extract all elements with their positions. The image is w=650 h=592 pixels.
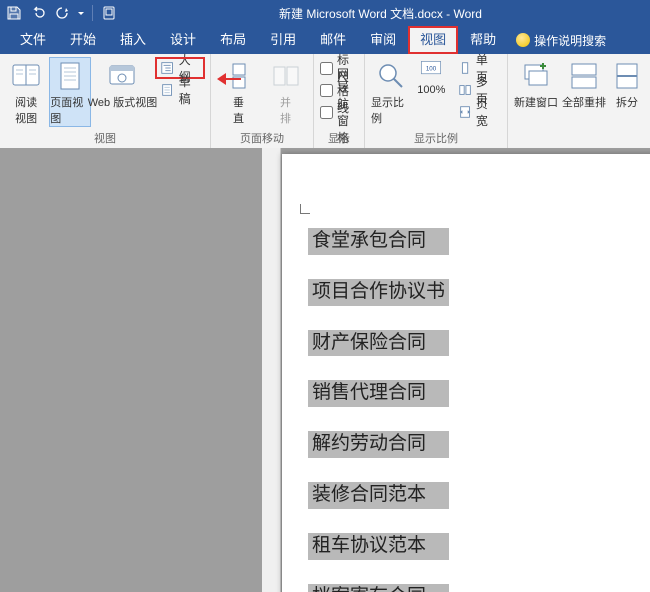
navpane-checkbox[interactable]: 导航窗格 [320, 102, 358, 122]
new-window-button[interactable]: 新建窗口 [514, 58, 558, 110]
document-area: 食堂承包合同 项目合作协议书 财产保险合同 销售代理合同 解约劳动合同 装修合同… [0, 148, 650, 592]
page-width-icon [458, 104, 472, 120]
qat-separator [92, 5, 93, 21]
tab-design[interactable]: 设计 [158, 26, 208, 54]
print-layout-icon [54, 60, 86, 92]
print-layout-button[interactable]: 页面视图 [50, 58, 90, 126]
multi-page-icon [458, 82, 472, 98]
page-width-button[interactable]: 页宽 [454, 102, 501, 122]
list-item[interactable]: 租车协议范本 [308, 533, 449, 560]
page-width-label: 页宽 [476, 95, 497, 129]
arrange-all-icon [568, 60, 600, 92]
split-label: 拆分 [616, 94, 638, 110]
hundred-button[interactable]: 100 100% [415, 58, 448, 96]
window-title: 新建 Microsoft Word 文档.docx - Word [117, 5, 644, 22]
group-zoom: 显示比例 100 100% 单页 多页 [365, 54, 508, 148]
tab-mailings[interactable]: 邮件 [308, 26, 358, 54]
vertical-button[interactable]: 垂 直 [217, 58, 260, 126]
ribbon: 阅读 视图 页面视图 Web 版式视图 大纲 [0, 54, 650, 149]
tab-help[interactable]: 帮助 [458, 26, 508, 54]
side-by-side-icon [270, 60, 302, 92]
navpane-check-input[interactable] [320, 106, 333, 119]
arrange-all-button[interactable]: 全部重排 [562, 58, 606, 110]
list-item[interactable]: 装修合同范本 [308, 482, 449, 509]
titlebar: 新建 Microsoft Word 文档.docx - Word [0, 0, 650, 26]
read-view-label: 阅读 视图 [15, 94, 37, 126]
zoom-button[interactable]: 显示比例 [371, 58, 411, 126]
touch-mode-icon[interactable] [101, 5, 117, 21]
draft-label: 草稿 [179, 73, 200, 107]
hundred-label: 100% [417, 84, 445, 96]
tell-me-label: 操作说明搜索 [534, 32, 606, 49]
ribbon-tabs: 文件 开始 插入 设计 布局 引用 邮件 审阅 视图 帮助 操作说明搜索 [0, 26, 650, 54]
tab-file[interactable]: 文件 [8, 26, 58, 54]
draft-button[interactable]: 草稿 [156, 80, 204, 100]
split-icon [611, 60, 643, 92]
read-view-button[interactable]: 阅读 视图 [6, 58, 46, 126]
tab-review[interactable]: 审阅 [358, 26, 408, 54]
tell-me[interactable]: 操作说明搜索 [508, 32, 614, 49]
gridlines-check-input[interactable] [320, 84, 333, 97]
qat-dropdown-icon[interactable] [78, 5, 84, 21]
group-views-label: 视图 [6, 130, 204, 148]
tab-layout[interactable]: 布局 [208, 26, 258, 54]
group-page-move: 垂 直 并 排 页面移动 [211, 54, 314, 148]
web-layout-label: Web 版式视图 [88, 94, 157, 110]
vertical-label: 垂 直 [233, 94, 244, 126]
side-by-side-button: 并 排 [264, 58, 307, 126]
group-views: 阅读 视图 页面视图 Web 版式视图 大纲 [0, 54, 211, 148]
tab-view[interactable]: 视图 [408, 26, 458, 54]
list-item[interactable]: 财产保险合同 [308, 330, 449, 357]
side-by-side-label: 并 排 [280, 94, 291, 126]
ruler-check-input[interactable] [320, 62, 333, 75]
web-layout-button[interactable]: Web 版式视图 [94, 58, 150, 110]
group-show: 标尺 网格线 导航窗格 显示 [314, 54, 365, 148]
tab-home[interactable]: 开始 [58, 26, 108, 54]
lightbulb-icon [516, 33, 530, 47]
svg-text:100: 100 [426, 65, 437, 72]
vertical-icon [223, 60, 255, 92]
zoom-label: 显示比例 [371, 94, 411, 126]
web-layout-icon [106, 60, 138, 92]
save-icon[interactable] [6, 5, 22, 21]
list-item[interactable]: 食堂承包合同 [308, 228, 449, 255]
tab-insert[interactable]: 插入 [108, 26, 158, 54]
tab-references[interactable]: 引用 [258, 26, 308, 54]
new-window-label: 新建窗口 [514, 94, 558, 110]
quick-access-toolbar [6, 5, 117, 21]
group-page-move-label: 页面移动 [217, 130, 307, 148]
arrange-all-label: 全部重排 [562, 94, 606, 110]
group-window: 新建窗口 全部重排 拆分 [508, 54, 650, 148]
one-page-icon [458, 60, 472, 76]
list-item[interactable]: 销售代理合同 [308, 380, 449, 407]
outline-icon [160, 60, 174, 76]
hundred-icon: 100 [416, 60, 446, 82]
redo-icon[interactable] [54, 5, 70, 21]
group-window-label [514, 130, 644, 148]
list-item[interactable]: 项目合作协议书 [308, 279, 449, 306]
undo-icon[interactable] [30, 5, 46, 21]
vertical-ruler [262, 148, 281, 592]
group-show-label: 显示 [320, 130, 358, 148]
draft-icon [160, 82, 174, 98]
list-item[interactable]: 档案寄存合同 [308, 584, 449, 592]
new-window-icon [520, 60, 552, 92]
list-item[interactable]: 解约劳动合同 [308, 431, 449, 458]
cursor-origin-icon [300, 204, 310, 214]
document-content: 食堂承包合同 项目合作协议书 财产保险合同 销售代理合同 解约劳动合同 装修合同… [308, 228, 449, 592]
zoom-icon [375, 60, 407, 92]
word-app-window: 新建 Microsoft Word 文档.docx - Word 文件 开始 插… [0, 0, 650, 592]
split-button[interactable]: 拆分 [610, 58, 644, 110]
read-view-icon [10, 60, 42, 92]
group-zoom-label: 显示比例 [371, 130, 501, 148]
print-layout-label: 页面视图 [50, 94, 90, 126]
